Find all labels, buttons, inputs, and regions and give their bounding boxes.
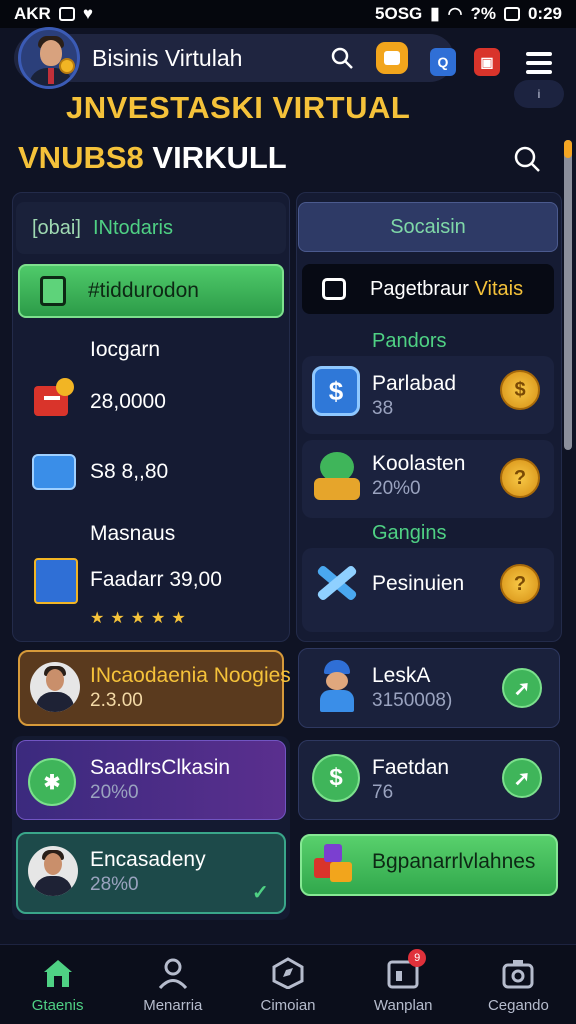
card-title: Faetdan (372, 756, 450, 779)
section-title: Pandors (372, 330, 447, 352)
nav-label: Cimoian (260, 997, 316, 1014)
status-left-text: AKR (14, 4, 51, 23)
invest-button-label: #tiddurodon (88, 279, 199, 302)
tools-icon (312, 560, 362, 606)
dollar-shield-icon: $ (312, 366, 360, 416)
boxes-icon (314, 844, 358, 884)
person-icon (158, 958, 187, 989)
info-pill[interactable]: i (514, 80, 564, 108)
coin-icon[interactable]: ? (500, 564, 540, 604)
arrow-icon[interactable]: ➚ (502, 668, 542, 708)
wallet-icon (32, 454, 76, 490)
coin-icon (59, 58, 75, 74)
card-value: 3150008) (372, 690, 453, 711)
wallet-icon (384, 51, 400, 65)
card-title: INcaodaenia Noogies (90, 664, 291, 687)
signal-icon: ▮ (430, 4, 440, 23)
nav-missions[interactable]: Cimoian (230, 945, 345, 1024)
home-icon (43, 960, 72, 987)
left-item-label: Iocgarn (90, 338, 161, 361)
row-sub: 38 (372, 398, 394, 419)
status-time-block: 5OSG (375, 4, 423, 23)
compass-icon (272, 957, 304, 989)
wifi-icon: ◠ (447, 4, 463, 23)
card-value: 20%0 (90, 782, 139, 803)
notification-icon (58, 7, 75, 21)
row-title: Pesinuien (372, 572, 465, 595)
portfolio-button-highlight: Vitais (474, 277, 524, 300)
search-icon[interactable] (330, 46, 354, 70)
app-header: Bisinis Virtulah (14, 27, 454, 89)
card-title: Encasadeny (90, 848, 206, 871)
calendar-icon: 9 (386, 949, 427, 989)
card-value: 2.3.00 (90, 690, 143, 711)
left-item-value: Faadarr 39,00 (90, 568, 222, 591)
nav-members[interactable]: Menarria (115, 945, 230, 1024)
left-item-value: 28,0000 (90, 390, 166, 413)
menu-icon[interactable] (526, 52, 552, 74)
business-button-label: Bgpanarrlvlahnes (372, 850, 536, 873)
left-item-value: S8 8,,80 (90, 460, 169, 483)
coin-icon[interactable]: ? (500, 458, 540, 498)
battery-icon (503, 7, 520, 21)
bottom-navigation: Gtaenis Menarria Cimoian 9 Wanplan Cegan… (0, 944, 576, 1024)
avatar[interactable] (18, 27, 80, 89)
card-title: LeskА (372, 664, 431, 687)
shop-app-icon[interactable]: ▣ (474, 48, 500, 76)
nav-label: Wanplan (373, 997, 433, 1014)
status-battery-text: ?% (470, 4, 496, 23)
rating-stars: ★★★★★ (90, 610, 192, 627)
nav-label: Gtaenis (31, 997, 84, 1014)
gift-icon (34, 378, 74, 418)
app-title: Bisinis Virtulah (92, 44, 243, 71)
portfolio-button[interactable]: Pagetbraur Vitais (302, 264, 554, 314)
tab-prefix: [obai] (32, 216, 81, 239)
search-icon[interactable] (512, 144, 542, 174)
chart-board-icon (34, 558, 78, 604)
heart-icon: ♥ (82, 4, 93, 23)
card-title: SaadlrsClkasin (90, 756, 231, 779)
status-bar: AKR ♥ 5OSG ▮ ◠ ?% 0:29 (0, 0, 576, 28)
invest-button[interactable]: #tiddurodon (18, 264, 284, 318)
camera-icon (502, 960, 534, 989)
nav-settings[interactable]: Cegando (461, 945, 576, 1024)
headline-secondary-white: VIRKULL (152, 140, 287, 175)
wallet-button[interactable] (376, 42, 408, 74)
dollar-icon: $ (312, 754, 360, 802)
headline-secondary: VNUBS8 VIRKULL (18, 140, 287, 176)
headline-secondary-yellow: VNUBS8 (18, 140, 144, 175)
search-app-icon[interactable]: Q (430, 48, 456, 76)
nav-home[interactable]: Gtaenis (0, 945, 115, 1024)
check-icon: ✓ (252, 882, 269, 904)
portfolio-button-label: Pagetbraur (370, 277, 469, 300)
worker-icon (314, 660, 360, 712)
avatar (30, 662, 80, 712)
row-title: Koolasten (372, 452, 466, 475)
section-title: Gangins (372, 522, 447, 544)
document-icon (40, 276, 66, 306)
left-item-label: Masnaus (90, 522, 176, 545)
money-plant-icon (314, 452, 360, 500)
tab-social[interactable]: Socaisin (298, 202, 558, 252)
coin-icon[interactable]: $ (500, 370, 540, 410)
avatar (28, 846, 78, 896)
bag-icon (322, 278, 346, 300)
tab-introduction[interactable]: [obai] INtodaris (16, 202, 286, 254)
scrollbar[interactable] (564, 140, 572, 450)
status-time: 0:29 (527, 4, 562, 23)
card-value: 76 (372, 782, 394, 803)
nav-plans[interactable]: 9 Wanplan (346, 945, 461, 1024)
row-sub: 20%0 (372, 478, 421, 499)
nav-label: Cegando (487, 997, 549, 1014)
card-value: 28%0 (90, 874, 139, 895)
notification-badge: 9 (408, 949, 427, 967)
nav-label: Menarria (143, 997, 203, 1014)
tab-label: INtodaris (92, 216, 173, 239)
row-title: Parlabad (372, 372, 457, 395)
arrow-icon[interactable]: ➚ (502, 758, 542, 798)
headline-primary: JNVESTASKI VIRTUAL (66, 90, 411, 125)
bonus-icon: ✱ (28, 758, 76, 806)
